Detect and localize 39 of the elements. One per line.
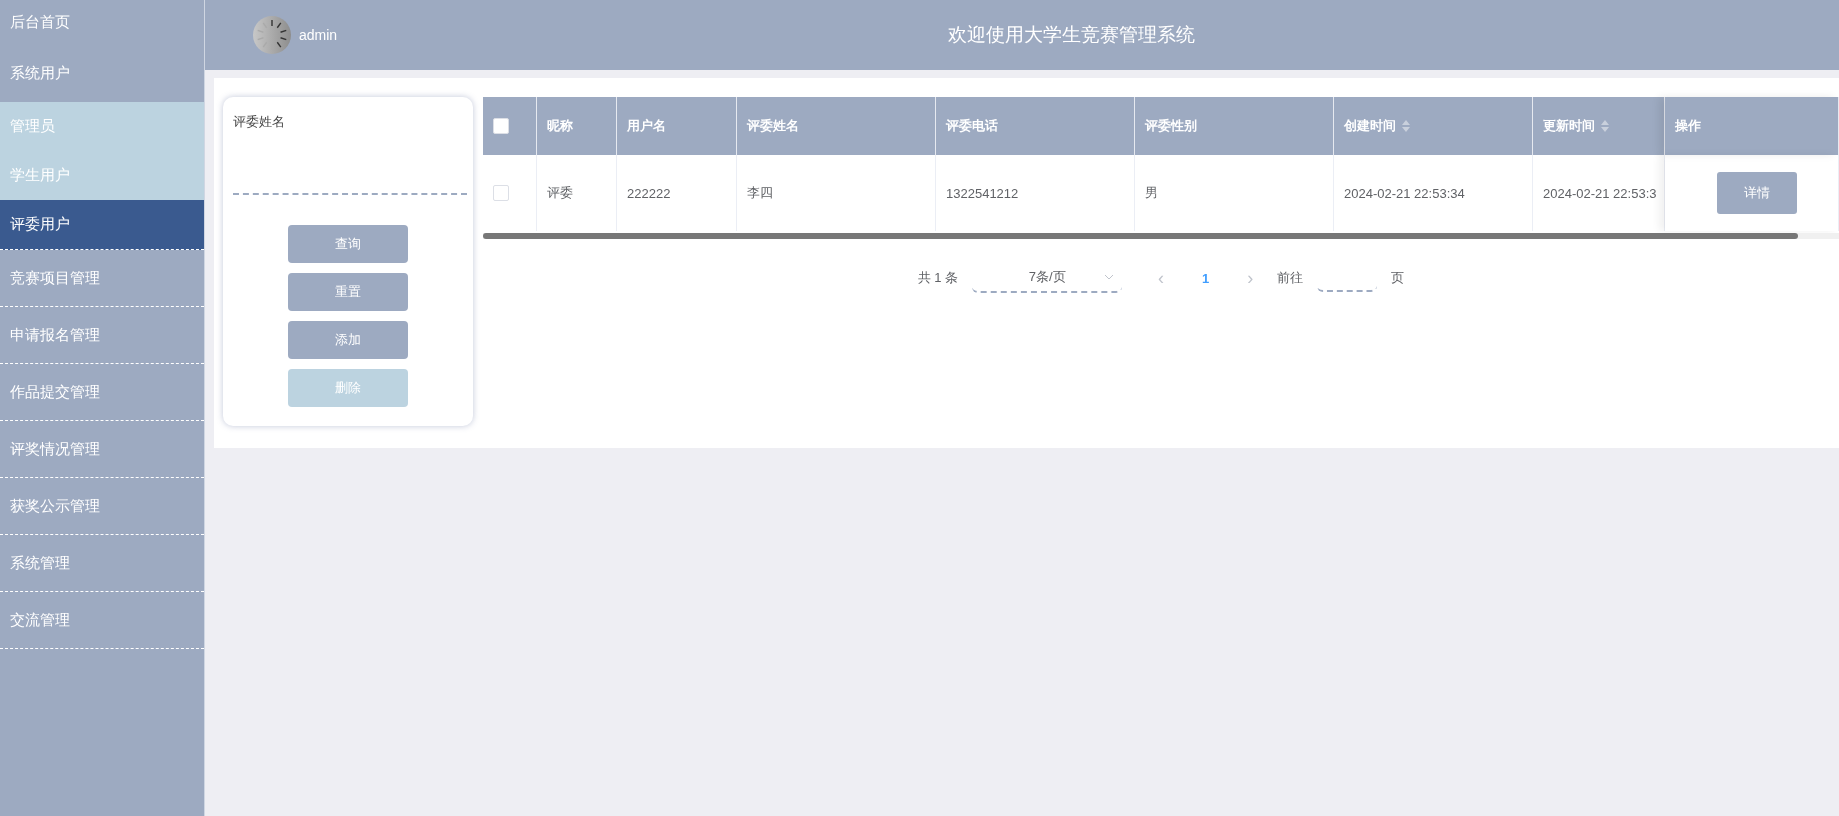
- table-cell: 1322541212: [946, 185, 1019, 201]
- next-page-button[interactable]: ›: [1237, 267, 1264, 289]
- table-cell: 李四: [747, 184, 773, 202]
- column-title: 昵称: [547, 117, 573, 135]
- page-title: 欢迎使用大学生竞赛管理系统: [947, 23, 1195, 47]
- column-title: 操作: [1675, 117, 1701, 135]
- table-cell: 男: [1145, 184, 1158, 202]
- scrollbar-thumb[interactable]: [483, 233, 1799, 239]
- action-button[interactable]: 查询: [288, 225, 408, 263]
- detail-button[interactable]: 详情: [1716, 172, 1797, 214]
- submenu-item[interactable]: 评委用户: [0, 200, 204, 250]
- total-count: 共 1 条: [917, 269, 959, 287]
- table-cell: 2024-02-21 22:53:3: [1543, 185, 1657, 201]
- submenu-item[interactable]: 学生用户: [0, 150, 204, 200]
- goto-label: 前往: [1277, 269, 1304, 287]
- chevron-down-icon: [1104, 274, 1115, 280]
- prev-page-button[interactable]: ‹: [1148, 267, 1175, 289]
- sort-icon[interactable]: [1402, 120, 1410, 132]
- action-button[interactable]: 重置: [288, 273, 408, 311]
- column-title: 评委电话: [946, 117, 998, 135]
- table-cell: 评委: [547, 184, 573, 202]
- checkbox[interactable]: [493, 185, 509, 201]
- column-title: 评委姓名: [747, 117, 799, 135]
- column-title: 更新时间: [1543, 117, 1595, 135]
- field-label: 评委姓名: [233, 113, 286, 131]
- column-title: 用户名: [627, 117, 666, 135]
- sort-icon[interactable]: [1601, 120, 1609, 132]
- checkbox[interactable]: [493, 118, 509, 134]
- spinner-icon: [253, 16, 291, 54]
- submenu-item[interactable]: 管理员: [0, 102, 204, 150]
- action-button[interactable]: 添加: [288, 321, 408, 359]
- column-title: 创建时间: [1344, 117, 1396, 135]
- user-name: admin: [299, 27, 338, 43]
- page-suffix: 页: [1391, 269, 1405, 287]
- table-cell: 222222: [627, 185, 671, 201]
- table-cell: 2024-02-21 22:53:34: [1344, 185, 1465, 201]
- column-title: 评委性别: [1145, 117, 1197, 135]
- page-size-select[interactable]: 7条/页: [972, 263, 1123, 293]
- page-number[interactable]: 1: [1188, 270, 1224, 286]
